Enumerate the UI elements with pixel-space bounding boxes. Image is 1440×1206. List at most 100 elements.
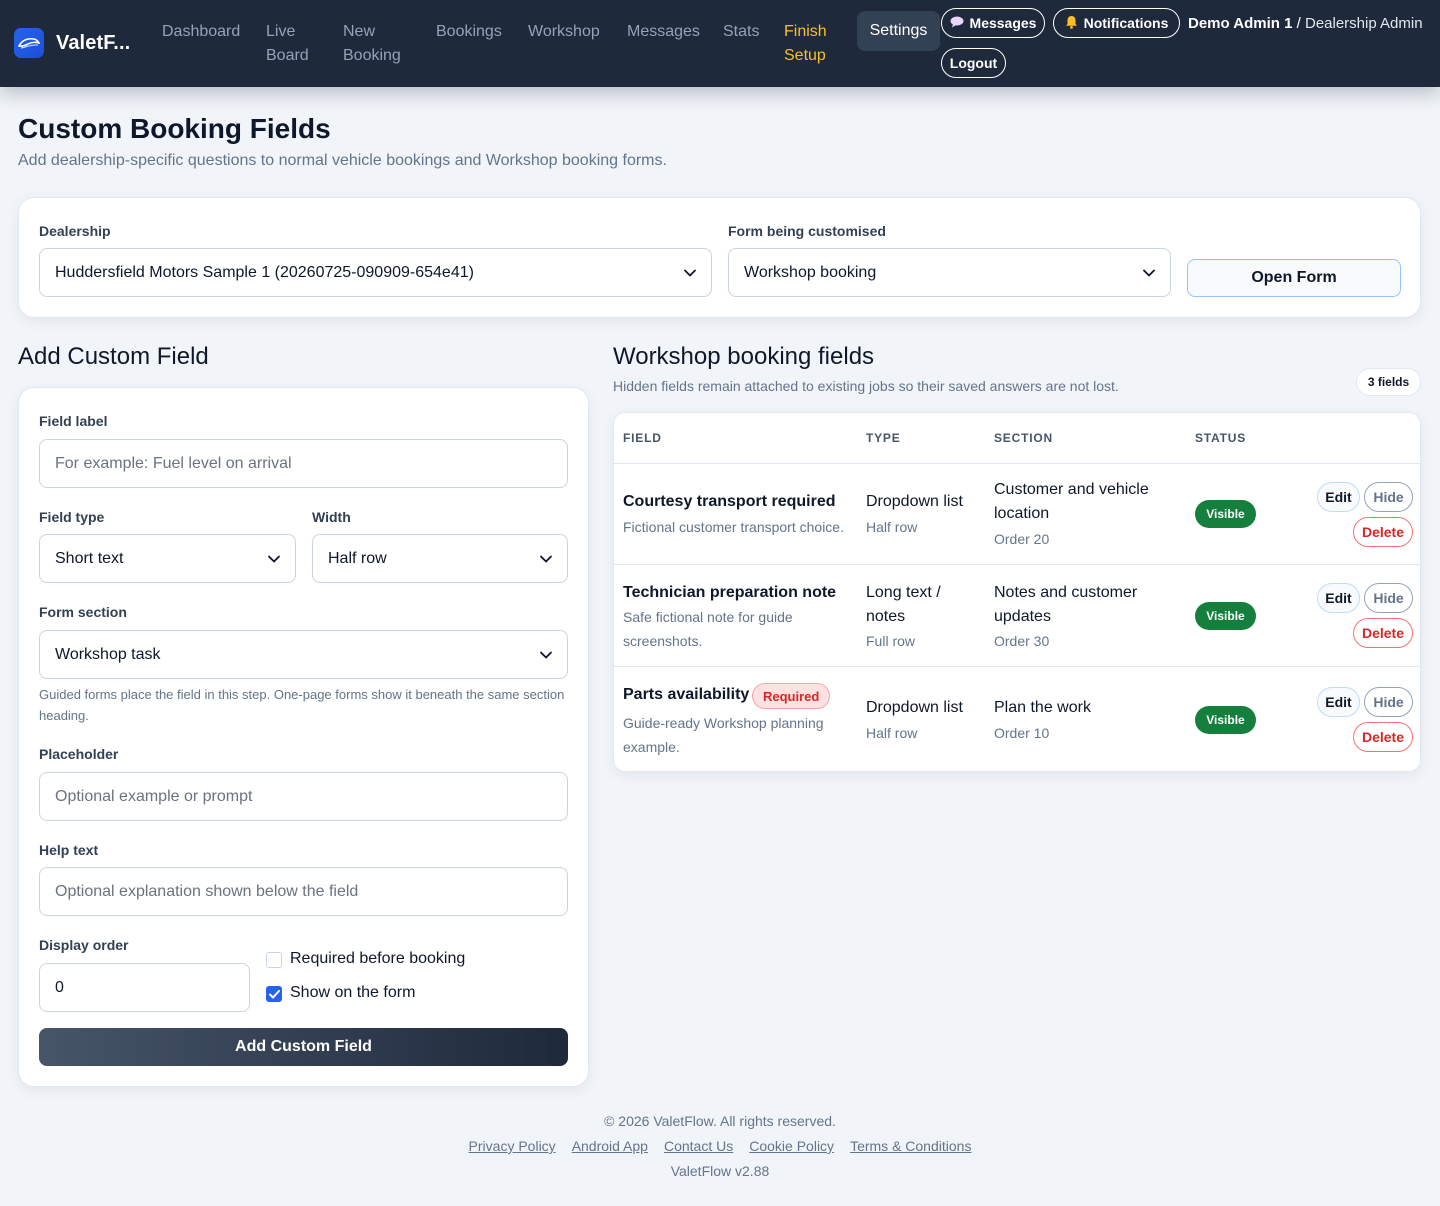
width-select[interactable]: Half row (312, 534, 568, 583)
field-name: Courtesy transport required (623, 493, 836, 510)
user-name: Demo Admin 1 (1188, 15, 1293, 32)
field-order: Order 30 (994, 633, 1050, 649)
footer-link-privacy-policy[interactable]: Privacy Policy (469, 1138, 556, 1154)
chevron-down-icon (1143, 269, 1155, 277)
footer-link-cookie-policy[interactable]: Cookie Policy (749, 1138, 834, 1154)
brand[interactable]: ValetF... (14, 28, 130, 58)
field-width: Half row (866, 519, 918, 535)
add-custom-field-heading: Add Custom Field (18, 343, 209, 370)
nav-messages-label: Messages (627, 23, 700, 40)
page-subtitle: Add dealership-specific questions to nor… (18, 152, 667, 169)
footer-link-terms[interactable]: Terms & Conditions (850, 1138, 971, 1154)
hide-button[interactable]: Hide (1364, 687, 1413, 717)
field-width: Full row (866, 633, 916, 649)
nav-workshop[interactable]: Workshop (528, 20, 600, 44)
open-form-button[interactable]: Open Form (1187, 259, 1401, 297)
placeholder-input[interactable]: Optional example or prompt (39, 772, 568, 821)
footer-copyright: © 2026 ValetFlow. All rights reserved. (604, 1113, 836, 1129)
logout-button[interactable]: Logout (941, 48, 1006, 78)
chevron-down-icon (540, 651, 552, 659)
field-type-value: Short text (55, 549, 124, 567)
nav-finish-setup[interactable]: Finish Setup (784, 20, 827, 68)
field-description: Fictional customer transport choice. (623, 519, 844, 535)
dealership-select[interactable]: Huddersfield Motors Sample 1 (20260725-0… (39, 248, 712, 297)
field-name: Parts availability (623, 686, 750, 703)
table-row: Technician preparation note Safe fiction… (614, 565, 1420, 667)
delete-button[interactable]: Delete (1353, 517, 1413, 547)
top-navigation: ValetF... Dashboard Live Board New Booki… (0, 0, 1440, 87)
nav-dashboard[interactable]: Dashboard (162, 20, 240, 44)
nav-new-booking[interactable]: New Booking (343, 20, 401, 68)
field-section-line-2: location (994, 505, 1050, 522)
show-on-form-checkbox-label[interactable]: Show on the form (290, 984, 415, 1002)
edit-button[interactable]: Edit (1317, 583, 1360, 613)
field-type: Dropdown list (866, 699, 963, 716)
chevron-down-icon (268, 555, 280, 563)
field-label-input[interactable]: For example: Fuel level on arrival (39, 439, 568, 488)
nav-finish-setup-label-1: Finish (784, 23, 827, 40)
fields-table: Field Type Section Status Courtesy trans… (613, 412, 1421, 772)
table-row: Parts availability Required Guide-ready … (614, 667, 1420, 771)
form-being-customised-select[interactable]: Workshop booking (728, 248, 1171, 297)
field-section-line-2: updates (994, 608, 1051, 625)
fields-list-hint: Hidden fields remain attached to existin… (613, 378, 1119, 394)
footer-link-android-app[interactable]: Android App (572, 1138, 648, 1154)
nav-settings[interactable]: Settings (857, 11, 940, 51)
nav-new-booking-label-1: New (343, 23, 376, 40)
speech-bubble-icon (950, 15, 964, 31)
display-order-label: Display order (39, 937, 129, 953)
status-badge: Visible (1195, 500, 1256, 528)
field-type-select[interactable]: Short text (39, 534, 296, 583)
width-value: Half row (328, 549, 387, 567)
footer-link-contact-us[interactable]: Contact Us (664, 1138, 733, 1154)
nav-dashboard-label: Dashboard (162, 23, 241, 40)
required-badge: Required (752, 683, 831, 709)
messages-pill-button[interactable]: Messages (941, 8, 1045, 38)
required-checkbox[interactable] (266, 952, 282, 968)
field-count-badge: 3 fields (1356, 368, 1421, 396)
column-header-field: Field (623, 431, 662, 445)
edit-button[interactable]: Edit (1317, 687, 1360, 717)
nav-messages[interactable]: Messages (627, 20, 700, 44)
field-type-label: Field type (39, 509, 105, 525)
field-name: Technician preparation note (623, 584, 837, 601)
hide-button[interactable]: Hide (1364, 482, 1413, 512)
nav-stats-label: Stats (723, 23, 760, 40)
footer-version: ValetFlow v2.88 (670, 1163, 770, 1179)
column-header-type: Type (866, 431, 901, 445)
field-order: Order 20 (994, 531, 1050, 547)
dealership-select-value: Huddersfield Motors Sample 1 (20260725-0… (55, 263, 474, 281)
nav-live-board[interactable]: Live Board (266, 20, 309, 68)
delete-button[interactable]: Delete (1353, 722, 1413, 752)
display-order-input[interactable]: 0 (39, 963, 250, 1012)
messages-pill-label: Messages (969, 15, 1037, 31)
page-title: Custom Booking Fields (18, 113, 331, 144)
check-icon (268, 989, 280, 998)
nav-live-board-label-1: Live (266, 23, 296, 40)
edit-button[interactable]: Edit (1317, 482, 1360, 512)
chevron-down-icon (684, 269, 696, 277)
chevron-down-icon (540, 555, 552, 563)
notifications-pill-button[interactable]: Notifications (1053, 8, 1180, 38)
field-order: Order 10 (994, 725, 1050, 741)
help-text-label: Help text (39, 842, 99, 858)
nav-bookings[interactable]: Bookings (436, 20, 502, 44)
nav-finish-setup-label-2: Setup (784, 47, 826, 64)
dealership-label: Dealership (39, 223, 111, 239)
field-type-line-2: notes (866, 608, 906, 625)
add-custom-field-button[interactable]: Add Custom Field (39, 1028, 568, 1066)
column-header-status: Status (1195, 431, 1247, 445)
form-section-select[interactable]: Workshop task (39, 630, 568, 679)
help-text-input[interactable]: Optional explanation shown below the fie… (39, 867, 568, 916)
user-info: Demo Admin 1 / Dealership Admin (1188, 14, 1423, 34)
field-description: Guide-ready Workshop planning (623, 715, 824, 731)
table-row: Courtesy transport required Fictional cu… (614, 464, 1420, 565)
nav-live-board-label-2: Board (266, 47, 309, 64)
hide-button[interactable]: Hide (1364, 583, 1413, 613)
show-on-form-checkbox[interactable] (266, 986, 282, 1002)
delete-button[interactable]: Delete (1353, 618, 1413, 648)
field-section: Plan the work (994, 699, 1091, 716)
status-badge: Visible (1195, 706, 1256, 734)
nav-stats[interactable]: Stats (723, 20, 759, 44)
required-checkbox-label[interactable]: Required before booking (290, 950, 465, 968)
